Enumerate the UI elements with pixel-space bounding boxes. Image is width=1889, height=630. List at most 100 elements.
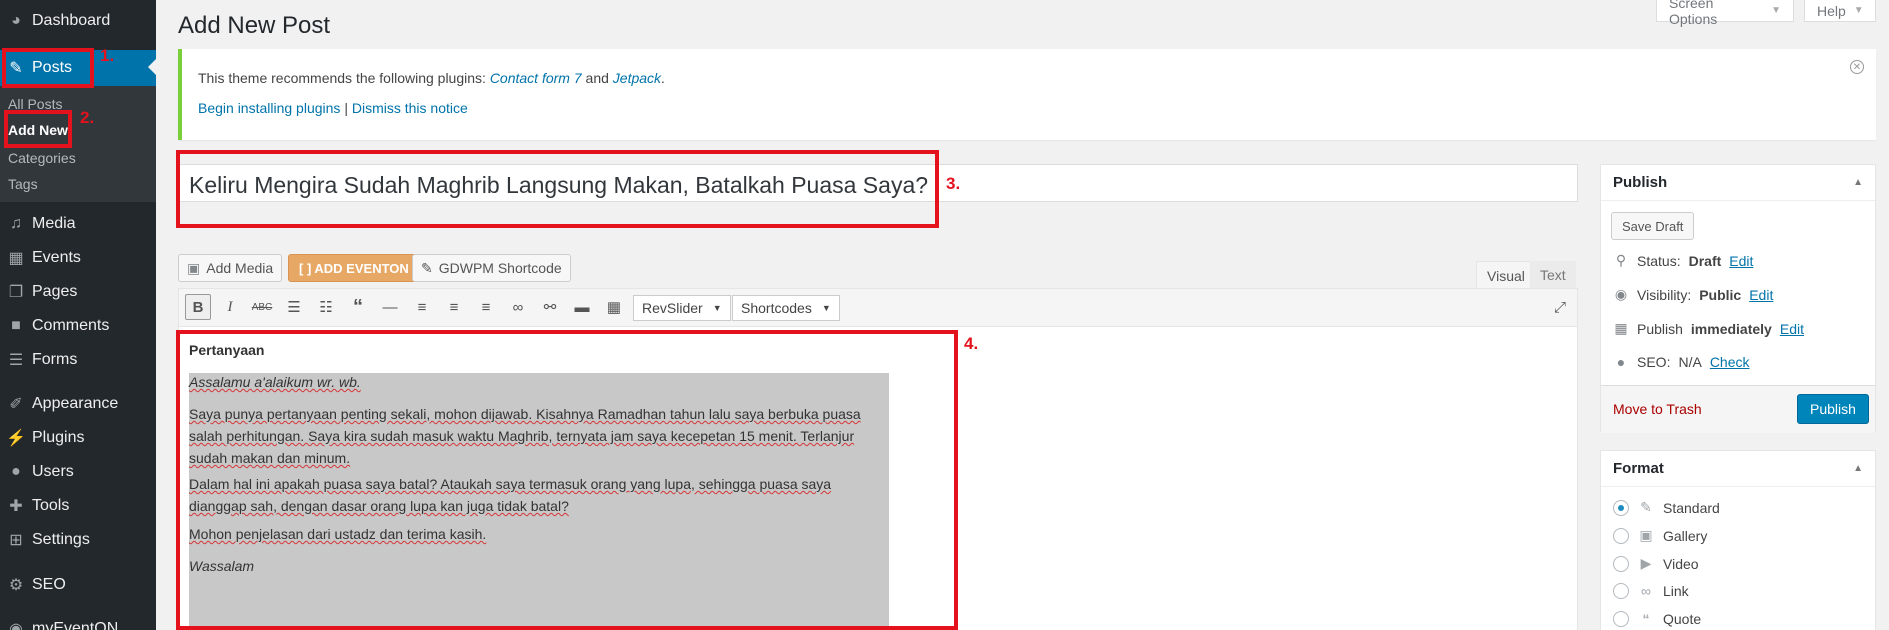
- plugin-icon: ⚡: [6, 430, 26, 447]
- submenu-tags[interactable]: Tags: [8, 176, 38, 192]
- user-icon: ●: [11, 463, 21, 480]
- italic-icon[interactable]: I: [217, 294, 243, 320]
- menu-forms[interactable]: ☰ Forms: [0, 343, 156, 377]
- annotation-box-2: [4, 110, 72, 148]
- menu-events[interactable]: ▦ Events: [0, 241, 156, 275]
- annotation-number-2: 2.: [80, 108, 95, 127]
- menu-dashboard[interactable]: ◕ Dashboard: [0, 4, 156, 38]
- schedule-row: ▦ Publish immediately Edit: [1613, 320, 1804, 337]
- radio-button[interactable]: [1613, 499, 1629, 516]
- menu-settings[interactable]: ⊞ Settings: [0, 523, 156, 557]
- radio-button[interactable]: [1613, 583, 1629, 599]
- shortcodes-dropdown[interactable]: Shortcodes ▼: [732, 295, 840, 321]
- publish-button[interactable]: Publish: [1797, 394, 1869, 424]
- publish-box-header[interactable]: Publish ▲: [1601, 165, 1875, 201]
- toolbar-toggle-icon[interactable]: ▦: [601, 294, 627, 320]
- triangle-up-icon[interactable]: ▲: [1853, 463, 1863, 474]
- annotation-number-4: 4.: [964, 334, 979, 353]
- tab-text[interactable]: Text: [1530, 261, 1576, 289]
- add-eventon-button[interactable]: [ ] ADD EVENTON: [288, 254, 420, 282]
- align-center-icon[interactable]: ≡: [441, 294, 467, 320]
- gdwpm-shortcode-button[interactable]: ✎ GDWPM Shortcode: [412, 254, 571, 282]
- menu-label: Comments: [32, 317, 110, 334]
- format-label: Standard: [1663, 499, 1720, 516]
- format-option-link[interactable]: ∞ Link: [1613, 583, 1689, 599]
- menu-comments[interactable]: ■ Comments: [0, 309, 156, 343]
- bullet-list-icon[interactable]: ☰: [281, 294, 307, 320]
- forms-icon: ☰: [8, 352, 24, 369]
- horizontal-line-icon[interactable]: —: [377, 294, 403, 320]
- align-left-icon[interactable]: ≡: [409, 294, 435, 320]
- menu-label: Tools: [32, 497, 70, 514]
- format-box-header[interactable]: Format ▲: [1601, 451, 1875, 487]
- dashboard-icon: ◕: [11, 12, 21, 29]
- media-icon: ♫: [10, 215, 22, 232]
- radio-button[interactable]: [1613, 555, 1629, 572]
- seo-label: SEO:: [1637, 354, 1671, 370]
- align-right-icon[interactable]: ≡: [473, 294, 499, 320]
- calendar-icon: ▦: [1614, 320, 1628, 336]
- menu-plugins[interactable]: ⚡ Plugins: [0, 421, 156, 455]
- link-icon[interactable]: ∞: [505, 294, 531, 320]
- settings-icon: ⊞: [9, 532, 23, 549]
- status-label: Status:: [1637, 252, 1681, 269]
- format-option-quote[interactable]: “ Quote: [1613, 611, 1701, 627]
- menu-myeventon[interactable]: ◉ myEventON: [0, 612, 156, 630]
- menu-users[interactable]: ● Users: [0, 455, 156, 489]
- format-label: Gallery: [1663, 527, 1708, 544]
- save-draft-button[interactable]: Save Draft: [1611, 212, 1695, 240]
- format-option-video[interactable]: ▶ Video: [1613, 555, 1699, 572]
- status-value: Draft: [1688, 252, 1722, 269]
- menu-label: Plugins: [32, 429, 85, 446]
- menu-seo[interactable]: ⚙ SEO: [0, 568, 156, 602]
- blockquote-icon[interactable]: “: [345, 294, 371, 320]
- menu-tools[interactable]: ✚ Tools: [0, 489, 156, 523]
- move-to-trash-link[interactable]: Move to Trash: [1613, 401, 1702, 417]
- paintbrush-icon: ✐: [9, 396, 23, 413]
- format-option-standard[interactable]: ✎ Standard: [1613, 499, 1720, 516]
- edit-visibility-link[interactable]: Edit: [1749, 287, 1773, 303]
- menu-media[interactable]: ♫ Media: [0, 207, 156, 241]
- jetpack-link[interactable]: Jetpack: [613, 70, 661, 86]
- annotation-number-3: 3.: [946, 174, 961, 193]
- read-more-icon[interactable]: ▬: [569, 294, 595, 320]
- annotation-box-3: [176, 150, 939, 228]
- triangle-up-icon[interactable]: ▲: [1853, 177, 1863, 188]
- fullscreen-icon[interactable]: ⤢: [1547, 294, 1573, 320]
- notice-period: .: [661, 70, 665, 86]
- plugin-notice: This theme recommends the following plug…: [178, 49, 1876, 140]
- radio-button[interactable]: [1613, 527, 1629, 544]
- notice-message: This theme recommends the following plug…: [198, 70, 665, 86]
- menu-pages[interactable]: ❐ Pages: [0, 275, 156, 309]
- quote-icon: “: [1642, 611, 1650, 627]
- strikethrough-icon[interactable]: ABC: [249, 294, 275, 320]
- annotation-number-1: 1.: [100, 46, 115, 65]
- bold-icon[interactable]: B: [185, 294, 211, 320]
- seo-check-link[interactable]: Check: [1710, 354, 1750, 370]
- help-button[interactable]: Help ▼: [1804, 0, 1876, 22]
- unlink-icon[interactable]: ⚯: [537, 294, 563, 320]
- triangle-down-icon: ▼: [712, 303, 722, 313]
- menu-appearance[interactable]: ✐ Appearance: [0, 387, 156, 421]
- radio-button[interactable]: [1613, 611, 1629, 627]
- edit-status-link[interactable]: Edit: [1729, 253, 1753, 269]
- begin-installing-link[interactable]: Begin installing plugins: [198, 100, 340, 116]
- contact-form-link[interactable]: Contact form 7: [490, 70, 582, 86]
- format-label: Link: [1663, 583, 1689, 599]
- revslider-dropdown[interactable]: RevSlider ▼: [633, 295, 731, 321]
- numbered-list-icon[interactable]: ☷: [313, 294, 339, 320]
- media-icon: ▣: [187, 259, 201, 276]
- menu-label: Pages: [32, 283, 78, 300]
- add-media-button[interactable]: ▣ Add Media: [178, 254, 283, 282]
- close-icon[interactable]: ✕: [1850, 60, 1864, 74]
- dismiss-notice-link[interactable]: Dismiss this notice: [352, 100, 468, 116]
- gallery-icon: ▣: [1639, 527, 1653, 543]
- menu-label: myEventON: [32, 620, 119, 630]
- submenu-categories[interactable]: Categories: [8, 150, 76, 166]
- edit-schedule-link[interactable]: Edit: [1780, 321, 1804, 337]
- triangle-down-icon: ▼: [1771, 5, 1781, 16]
- tab-visual[interactable]: Visual: [1476, 261, 1536, 289]
- screen-options-button[interactable]: Screen Options ▼: [1656, 0, 1794, 27]
- format-option-gallery[interactable]: ▣ Gallery: [1613, 527, 1707, 544]
- seo-value: N/A: [1678, 354, 1702, 370]
